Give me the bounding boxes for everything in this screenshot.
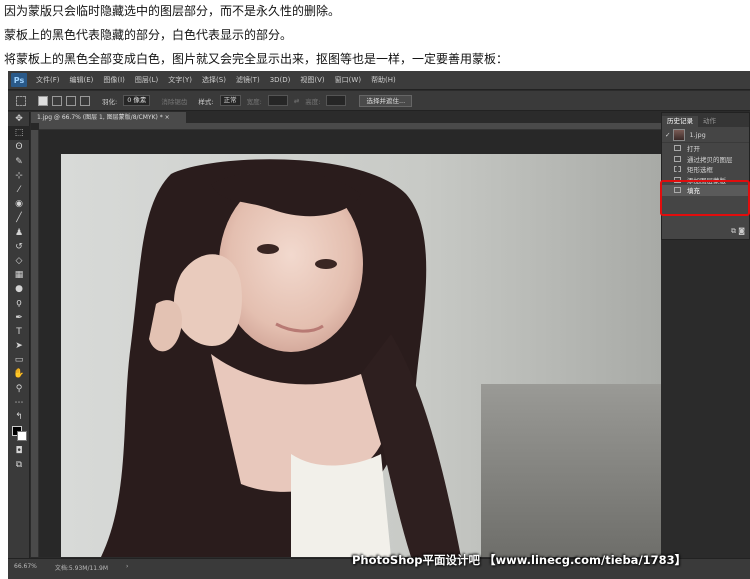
- menu-filter[interactable]: 滤镜(T): [231, 75, 265, 85]
- stamp-tool-icon[interactable]: ♟: [8, 226, 30, 240]
- history-panel: 历史记录 动作 ✓ 1.jpg 打开 通过拷贝的图层 矩形选框 添加图层蒙版 填…: [661, 112, 750, 240]
- document-tab[interactable]: 1.jpg @ 66.7% (图层 1, 图层蒙版/8/CMYK) * ×: [31, 112, 186, 123]
- snapshot-label: 1.jpg: [689, 130, 706, 139]
- history-item[interactable]: 矩形选框: [662, 164, 749, 175]
- history-item-label: 打开: [687, 145, 700, 154]
- blur-tool-icon[interactable]: ●: [8, 282, 30, 296]
- antialias-checkbox[interactable]: 消除锯齿: [161, 96, 187, 106]
- eyedropper-tool-icon[interactable]: ⁄: [8, 183, 30, 197]
- shape-tool-icon[interactable]: ▭: [8, 353, 30, 367]
- background-color-swatch[interactable]: [17, 431, 27, 442]
- history-item[interactable]: 通过拷贝的图层: [662, 154, 749, 165]
- tools-panel: ✥ ⬚ ʘ ✎ ⊹ ⁄ ◉ ╱ ♟ ↺ ◇ ▦ ● ϙ ✒ T ➤ ▭ ✋ ⚲ …: [8, 112, 30, 558]
- crop-tool-icon[interactable]: ⊹: [8, 169, 30, 183]
- style-label: 样式:: [198, 97, 214, 106]
- document-photo[interactable]: [61, 154, 661, 557]
- marquee-tool-icon[interactable]: ⬚: [8, 126, 30, 141]
- document-tab-title: 1.jpg @ 66.7% (图层 1, 图层蒙版/8/CMYK) *: [37, 114, 163, 121]
- snapshot-thumbnail: [673, 128, 686, 141]
- check-icon: ✓: [665, 130, 671, 139]
- color-swatches[interactable]: [8, 424, 30, 444]
- history-step-icon: [674, 145, 681, 152]
- healing-tool-icon[interactable]: ◉: [8, 197, 30, 211]
- type-tool-icon[interactable]: T: [8, 325, 30, 339]
- history-snapshot[interactable]: ✓ 1.jpg: [662, 127, 749, 143]
- lasso-tool-icon[interactable]: ʘ: [8, 140, 30, 154]
- height-input[interactable]: [326, 95, 347, 106]
- ruler-vertical: [31, 130, 39, 557]
- add-selection-icon[interactable]: [52, 95, 62, 106]
- dodge-tool-icon[interactable]: ϙ: [8, 296, 30, 310]
- feather-label: 羽化:: [102, 97, 118, 106]
- menu-file[interactable]: 文件(F): [31, 75, 65, 85]
- path-select-tool-icon[interactable]: ➤: [8, 339, 30, 353]
- style-select[interactable]: 正常: [219, 95, 241, 106]
- quick-select-tool-icon[interactable]: ✎: [8, 155, 30, 169]
- new-selection-icon[interactable]: [38, 95, 48, 106]
- zoom-level[interactable]: 66.67%: [14, 563, 37, 570]
- snapshot-camera-icon[interactable]: ◙: [738, 227, 745, 235]
- history-item[interactable]: 打开: [662, 143, 749, 154]
- marquee-preset-icon[interactable]: [16, 95, 26, 106]
- menu-bar: Ps 文件(F) 编辑(E) 图像(I) 图层(L) 文字(Y) 选择(S) 滤…: [8, 71, 750, 90]
- width-input[interactable]: [267, 95, 288, 106]
- swap-icon[interactable]: ⇄: [294, 97, 299, 105]
- caption-line-2: 蒙板上的黑色代表隐藏的部分，白色代表显示的部分。: [4, 28, 293, 42]
- document-size: 文档:5.93M/11.9M: [54, 565, 109, 572]
- subtract-selection-icon[interactable]: [66, 95, 76, 106]
- status-arrow-icon[interactable]: ›: [126, 563, 128, 570]
- history-brush-icon[interactable]: ↺: [8, 240, 30, 254]
- history-item-label: 矩形选框: [687, 166, 713, 175]
- feather-input[interactable]: 0 像素: [123, 95, 151, 106]
- close-tab-icon[interactable]: ×: [165, 114, 170, 121]
- more-tools-icon[interactable]: ⋯: [8, 396, 30, 410]
- pen-tool-icon[interactable]: ✒: [8, 311, 30, 325]
- ps-logo: Ps: [11, 73, 27, 87]
- swap-colors-icon[interactable]: ↰: [8, 410, 30, 424]
- marquee-step-icon: [674, 166, 681, 173]
- photoshop-window: Ps 文件(F) 编辑(E) 图像(I) 图层(L) 文字(Y) 选择(S) 滤…: [8, 71, 750, 579]
- intersect-selection-icon[interactable]: [80, 95, 90, 106]
- height-label: 高度:: [305, 97, 321, 106]
- hand-tool-icon[interactable]: ✋: [8, 367, 30, 381]
- brush-tool-icon[interactable]: ╱: [8, 211, 30, 225]
- menu-image[interactable]: 图像(I): [98, 75, 130, 85]
- caption-line-3: 将蒙板上的黑色全部变成白色，图片就又会完全显示出来，抠图等也是一样，一定要善用蒙…: [4, 52, 509, 66]
- highlight-box: [660, 180, 750, 216]
- gradient-tool-icon[interactable]: ▦: [8, 268, 30, 282]
- panel-footer-icons: ⧉ ◙: [731, 227, 745, 236]
- tab-history[interactable]: 历史记录: [662, 116, 698, 127]
- menu-layer[interactable]: 图层(L): [130, 75, 163, 85]
- history-step-icon: [674, 155, 681, 162]
- menu-help[interactable]: 帮助(H): [366, 75, 401, 85]
- menu-type[interactable]: 文字(Y): [163, 75, 197, 85]
- menu-3d[interactable]: 3D(D): [265, 76, 296, 84]
- new-document-from-state-icon[interactable]: ⧉: [731, 227, 736, 235]
- portrait-image: [61, 154, 661, 557]
- options-bar: 羽化: 0 像素 消除锯齿 样式: 正常 宽度: ⇄ 高度: 选择并遮住...: [8, 91, 750, 111]
- width-label: 宽度:: [246, 97, 262, 106]
- menu-edit[interactable]: 编辑(E): [65, 75, 99, 85]
- caption-line-1: 因为蒙版只会临时隐藏选中的图层部分，而不是永久性的删除。: [4, 4, 341, 18]
- move-tool-icon[interactable]: ✥: [8, 112, 30, 126]
- zoom-tool-icon[interactable]: ⚲: [8, 382, 30, 396]
- menu-select[interactable]: 选择(S): [197, 75, 231, 85]
- screen-mode-icon[interactable]: ⧉: [8, 458, 30, 472]
- select-and-mask-button[interactable]: 选择并遮住...: [359, 94, 413, 107]
- menu-view[interactable]: 视图(V): [295, 75, 329, 85]
- watermark: PhotoShop平面设计吧 【www.linecg.com/tieba/178…: [352, 553, 687, 567]
- tab-actions[interactable]: 动作: [698, 116, 721, 127]
- history-panel-tabs: 历史记录 动作: [662, 113, 749, 127]
- menu-window[interactable]: 窗口(W): [330, 75, 366, 85]
- history-item-label: 通过拷贝的图层: [687, 155, 733, 164]
- ruler-horizontal: [39, 123, 661, 130]
- eraser-tool-icon[interactable]: ◇: [8, 254, 30, 268]
- quick-mask-icon[interactable]: ◘: [8, 444, 30, 458]
- canvas-area[interactable]: [31, 123, 661, 557]
